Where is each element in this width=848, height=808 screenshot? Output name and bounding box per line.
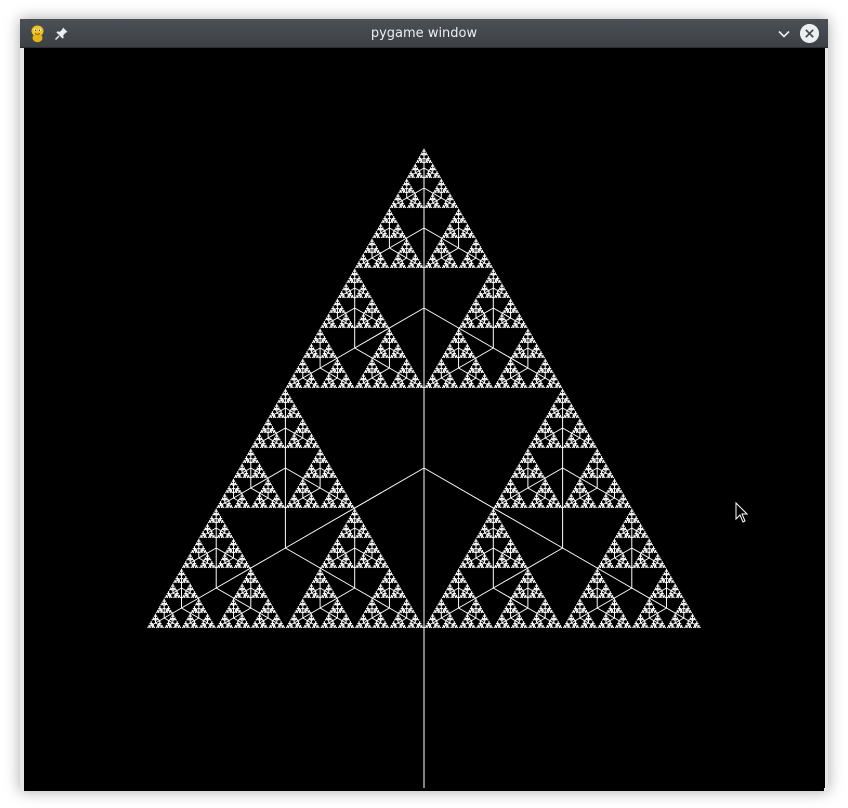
chevron-down-icon[interactable]: [776, 26, 792, 42]
fractal-tree-drawing: [147, 148, 749, 788]
close-icon[interactable]: [800, 24, 819, 43]
pygame-window: pygame window: [20, 19, 828, 791]
fractal-branches: [147, 148, 701, 788]
mouse-cursor-icon: [735, 501, 749, 523]
pygame-canvas[interactable]: [24, 48, 825, 788]
title-bar[interactable]: pygame window: [20, 19, 828, 48]
window-title: pygame window: [370, 26, 478, 41]
